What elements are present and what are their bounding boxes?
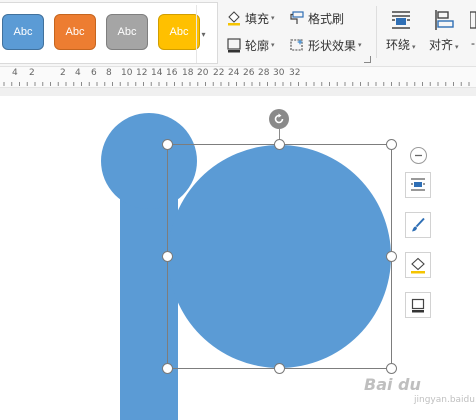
page-margin [0, 88, 476, 96]
ruler-label: 22 [213, 68, 225, 78]
layout-options-button[interactable] [405, 172, 431, 198]
resize-handle-left[interactable] [162, 251, 173, 262]
ruler-label: 6 [91, 68, 97, 78]
align-button[interactable]: 对齐 ▾ [429, 8, 459, 54]
dialog-launcher-icon[interactable] [364, 56, 371, 63]
rotate-handle[interactable] [269, 109, 289, 129]
ruler-label: 26 [243, 68, 255, 78]
paint-bucket-icon [228, 11, 240, 26]
shape-outline-icon [411, 298, 425, 313]
ruler-label: 2 [29, 68, 35, 78]
gallery-expand-button[interactable]: ▾ [196, 5, 210, 63]
wrap-button[interactable]: 环绕 ▾ [386, 8, 416, 54]
ruler-label: 10 [121, 68, 133, 78]
caret-down-icon: ▾ [455, 44, 459, 51]
wrap-label: 环绕 [386, 38, 411, 52]
shape-outline-icon [227, 38, 241, 53]
more-label: - [471, 36, 475, 50]
ruler-label: 8 [106, 68, 112, 78]
ruler-label: 32 [289, 68, 301, 78]
resize-handle-top[interactable] [274, 139, 285, 150]
watermark-text: Bai du [364, 375, 421, 394]
text-wrap-icon [391, 11, 410, 29]
horizontal-ruler[interactable]: 4 2 2 4 6 8 10 12 14 16 18 20 22 24 26 28 30 32 [0, 67, 476, 88]
ruler-label: 12 [136, 68, 148, 78]
ruler-label: 14 [151, 68, 163, 78]
align-icon [435, 10, 454, 30]
resize-handle-bottom-right[interactable] [386, 363, 397, 374]
ruler-label: 28 [258, 68, 270, 78]
resize-handle-bottom[interactable] [274, 363, 285, 374]
align-label: 对齐 [429, 38, 454, 52]
more-button[interactable]: - [470, 8, 476, 54]
resize-handle-top-left[interactable] [162, 139, 173, 150]
ruler-label: 4 [75, 68, 81, 78]
brush-icon [412, 217, 425, 232]
ribbon-separator [376, 6, 377, 58]
paint-bucket-icon [411, 257, 425, 274]
fill-quick-button[interactable] [405, 252, 431, 278]
resize-handle-top-right[interactable] [386, 139, 397, 150]
format-painter-icon [290, 11, 304, 24]
caret-down-icon: ▾ [271, 15, 275, 22]
shape-effects-label: 形状效果 [308, 38, 357, 53]
ruler-label: 18 [182, 68, 194, 78]
shape-style-gold[interactable]: Abc [158, 14, 200, 50]
resize-handle-right[interactable] [386, 251, 397, 262]
outline-quick-button[interactable] [405, 292, 431, 318]
format-painter-button[interactable]: 格式刷 [289, 9, 344, 27]
shape-effects-button[interactable]: 形状效果 ▾ [289, 36, 362, 54]
selection-box [167, 144, 392, 369]
baidu-watermark: Bai du jingyan.baidu.com [364, 375, 476, 405]
ruler-label: 2 [60, 68, 66, 78]
ruler-label: 20 [197, 68, 209, 78]
resize-handle-bottom-left[interactable] [162, 363, 173, 374]
caret-down-icon: ▾ [271, 42, 275, 49]
ruler-label: 16 [166, 68, 178, 78]
more-icon [470, 11, 476, 29]
rotate-icon [274, 113, 284, 124]
ruler-label: 30 [273, 68, 285, 78]
ruler-label: 4 [12, 68, 18, 78]
shape-style-gray[interactable]: Abc [106, 14, 148, 50]
shape-style-orange[interactable]: Abc [54, 14, 96, 50]
fill-button[interactable]: 填充 ▾ [226, 9, 275, 27]
ribbon-toolbar: Abc Abc Abc Abc ▾ 填充 ▾ 轮廓 ▾ 格式刷 形状效果 ▾ 环… [0, 0, 476, 66]
ruler-label: 24 [228, 68, 240, 78]
text-wrap-icon [411, 178, 425, 191]
caret-down-icon: ▾ [358, 42, 362, 49]
shape-effects-icon [290, 39, 303, 51]
outline-button[interactable]: 轮廓 ▾ [226, 36, 275, 54]
fill-label: 填充 [245, 11, 270, 26]
shape-style-gallery: Abc Abc Abc Abc ▾ [0, 2, 218, 64]
format-painter-label: 格式刷 [308, 11, 345, 26]
collapse-toolbar-button[interactable] [410, 147, 427, 164]
outline-label: 轮廓 [245, 38, 270, 53]
watermark-subtext: jingyan.baidu.com [414, 395, 476, 405]
shape-style-quick-button[interactable] [405, 212, 431, 238]
chevron-down-icon: ▾ [201, 29, 206, 39]
shape-style-blue[interactable]: Abc [2, 14, 44, 50]
caret-down-icon: ▾ [412, 44, 416, 51]
minus-icon [415, 154, 422, 157]
